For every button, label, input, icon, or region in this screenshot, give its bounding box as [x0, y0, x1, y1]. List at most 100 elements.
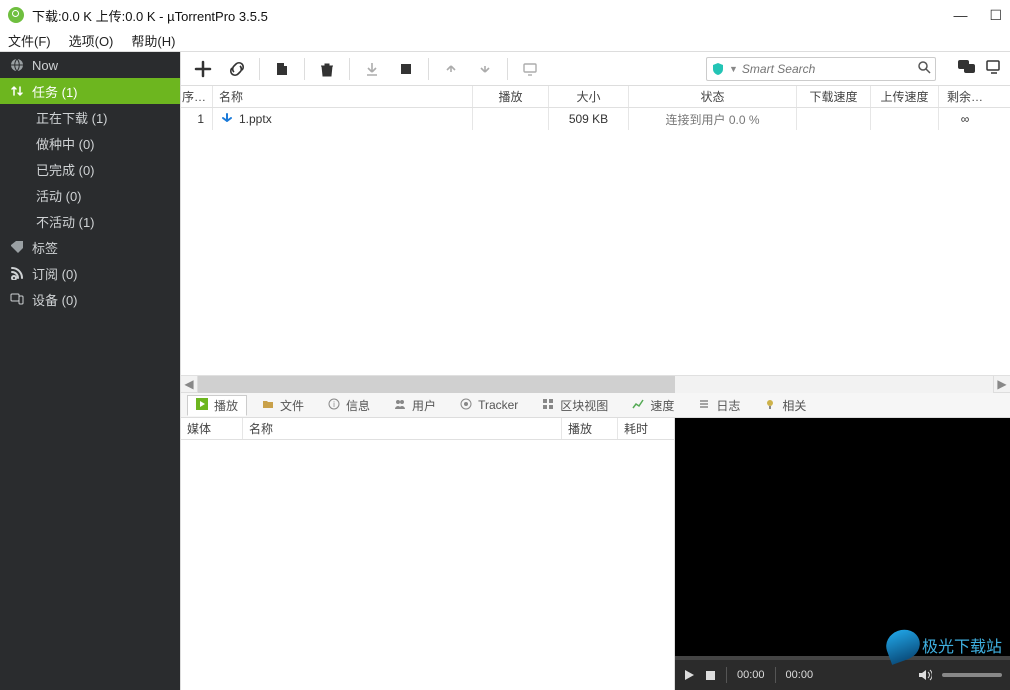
sidebar-item-downloading[interactable]: 正在下载 (1): [0, 104, 180, 130]
start-button[interactable]: [358, 56, 386, 82]
remote-button[interactable]: [516, 56, 544, 82]
row-name: 1.pptx: [239, 112, 272, 126]
search-box[interactable]: ▼: [706, 57, 936, 81]
delete-button[interactable]: [313, 56, 341, 82]
watermark: 极光下载站: [886, 630, 1002, 660]
watermark-logo-icon: [882, 625, 924, 665]
scroll-thumb[interactable]: [198, 376, 675, 393]
move-down-button[interactable]: [471, 56, 499, 82]
sidebar-item-tasks[interactable]: 任务 (1): [0, 78, 180, 104]
sidebar-label: Now: [32, 58, 58, 73]
player-volume-button[interactable]: [918, 669, 932, 681]
torrent-row-area: 1 1.pptx 509 KB 连接到用户 0.0 % ∞: [181, 108, 1010, 375]
bcol-dur[interactable]: 耗时: [618, 418, 674, 439]
col-up[interactable]: 上传速度: [871, 86, 939, 107]
sidebar-label: 任务 (1): [32, 82, 78, 101]
device-icon[interactable]: [986, 59, 1002, 78]
player-volume-slider[interactable]: [942, 673, 1002, 677]
menu-help[interactable]: 帮助(H): [131, 31, 175, 50]
col-size[interactable]: 大小: [549, 86, 629, 107]
row-order: 1: [197, 112, 204, 126]
bcol-media[interactable]: 媒体: [181, 418, 243, 439]
bcol-name[interactable]: 名称: [243, 418, 562, 439]
tab-tracker[interactable]: Tracker: [451, 396, 527, 414]
media-player: 00:00 00:00 极光下载站: [675, 418, 1010, 690]
col-down[interactable]: 下载速度: [797, 86, 871, 107]
sidebar-item-devices[interactable]: 设备 (0): [0, 286, 180, 312]
row-state: 连接到用户 0.0 %: [665, 111, 759, 128]
toolbar: ▼: [181, 52, 1010, 86]
maximize-button[interactable]: ☐: [989, 7, 1002, 24]
col-name[interactable]: 名称: [213, 86, 473, 107]
tab-speed[interactable]: 速度: [623, 395, 683, 416]
h-scrollbar[interactable]: ◀ ▶: [181, 375, 1010, 392]
player-time-current: 00:00: [737, 669, 765, 681]
play-tab-icon: [196, 398, 210, 412]
sidebar-item-tags[interactable]: 标签: [0, 234, 180, 260]
title-bar: 下载:0.0 K 上传:0.0 K - µTorrentPro 3.5.5 — …: [0, 0, 1010, 30]
sidebar-item-seeding[interactable]: 做种中 (0): [0, 130, 180, 156]
row-remain: ∞: [961, 112, 970, 126]
sidebar-item-now[interactable]: Now: [0, 52, 180, 78]
scroll-left-icon[interactable]: ◀: [181, 376, 198, 393]
chart-icon: [632, 398, 646, 412]
svg-text:i: i: [333, 400, 335, 409]
tab-files[interactable]: 文件: [253, 395, 313, 416]
bcol-play[interactable]: 播放: [562, 418, 618, 439]
add-url-button[interactable]: [223, 56, 251, 82]
dropdown-caret-icon[interactable]: ▼: [729, 64, 738, 74]
col-order[interactable]: 序…: [181, 86, 213, 107]
media-list-header: 媒体 名称 播放 耗时: [181, 418, 674, 440]
search-input[interactable]: [742, 62, 913, 76]
globe-icon: [10, 58, 24, 72]
menu-bar: 文件(F) 选项(O) 帮助(H): [0, 30, 1010, 52]
tab-peers[interactable]: 用户: [385, 395, 445, 416]
col-remain[interactable]: 剩余…: [939, 86, 991, 107]
menu-file[interactable]: 文件(F): [8, 31, 51, 50]
tab-play[interactable]: 播放: [187, 395, 247, 416]
col-state[interactable]: 状态: [629, 86, 797, 107]
sidebar-item-inactive[interactable]: 不活动 (1): [0, 208, 180, 234]
row-size: 509 KB: [569, 112, 608, 126]
minimize-button[interactable]: —: [953, 7, 967, 24]
target-icon: [460, 398, 474, 412]
player-viewport[interactable]: [675, 418, 1010, 656]
add-torrent-button[interactable]: [189, 56, 217, 82]
player-play-button[interactable]: [683, 669, 695, 681]
folder-icon: [262, 398, 276, 412]
devices-icon: [10, 292, 24, 306]
tab-info[interactable]: i 信息: [319, 395, 379, 416]
col-play[interactable]: 播放: [473, 86, 549, 107]
player-time-total: 00:00: [786, 669, 814, 681]
search-icon[interactable]: [917, 60, 931, 77]
move-up-button[interactable]: [437, 56, 465, 82]
media-list-body: [181, 440, 674, 690]
chat-icon[interactable]: [958, 59, 976, 78]
users-icon: [394, 398, 408, 412]
sidebar-item-complete[interactable]: 已完成 (0): [0, 156, 180, 182]
rss-icon: [10, 266, 24, 280]
bulb-icon: [764, 398, 778, 412]
tab-pieces[interactable]: 区块视图: [533, 395, 617, 416]
tag-icon: [10, 240, 24, 254]
detail-tabs: 播放 文件 i 信息 用户 Tracker 区块视图: [181, 392, 1010, 418]
tab-related[interactable]: 相关: [755, 395, 815, 416]
list-icon: [698, 398, 712, 412]
sidebar-item-active[interactable]: 活动 (0): [0, 182, 180, 208]
sidebar-item-feeds[interactable]: 订阅 (0): [0, 260, 180, 286]
torrent-table-header: 序… 名称 播放 大小 状态 下载速度 上传速度 剩余…: [181, 86, 1010, 108]
download-arrow-icon: [221, 113, 233, 125]
app-logo-icon: [8, 7, 24, 23]
new-torrent-button[interactable]: [268, 56, 296, 82]
player-stop-button[interactable]: [705, 670, 716, 681]
scroll-right-icon[interactable]: ▶: [993, 376, 1010, 393]
table-row[interactable]: 1 1.pptx 509 KB 连接到用户 0.0 % ∞: [181, 108, 1010, 130]
info-icon: i: [328, 398, 342, 412]
menu-options[interactable]: 选项(O): [69, 31, 114, 50]
pieces-icon: [542, 398, 556, 412]
window-title: 下载:0.0 K 上传:0.0 K - µTorrentPro 3.5.5: [32, 6, 953, 25]
media-list-pane: 媒体 名称 播放 耗时: [181, 418, 675, 690]
tab-log[interactable]: 日志: [689, 395, 749, 416]
shield-icon: [711, 62, 725, 76]
stop-button[interactable]: [392, 56, 420, 82]
